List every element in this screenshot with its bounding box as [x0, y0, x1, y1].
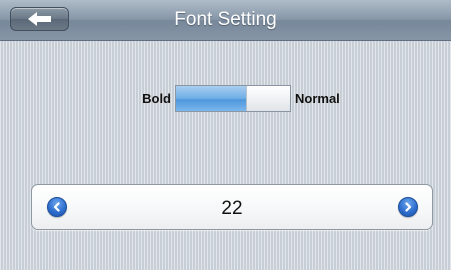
increase-size-button[interactable] — [398, 197, 418, 217]
chevron-right-icon — [405, 202, 412, 212]
toggle-active-fill — [176, 86, 246, 111]
font-size-selector: 22 — [31, 184, 433, 230]
bold-label: Bold — [142, 91, 171, 106]
font-setting-screen: Font Setting Bold Normal 22 — [0, 0, 451, 270]
font-weight-toggle[interactable] — [175, 85, 291, 112]
font-weight-row: Bold Normal — [0, 83, 451, 113]
title-bar: Font Setting — [0, 0, 451, 41]
normal-label: Normal — [295, 91, 340, 106]
toggle-knob[interactable] — [246, 86, 290, 111]
page-title: Font Setting — [174, 9, 277, 30]
font-size-value: 22 — [221, 198, 243, 219]
